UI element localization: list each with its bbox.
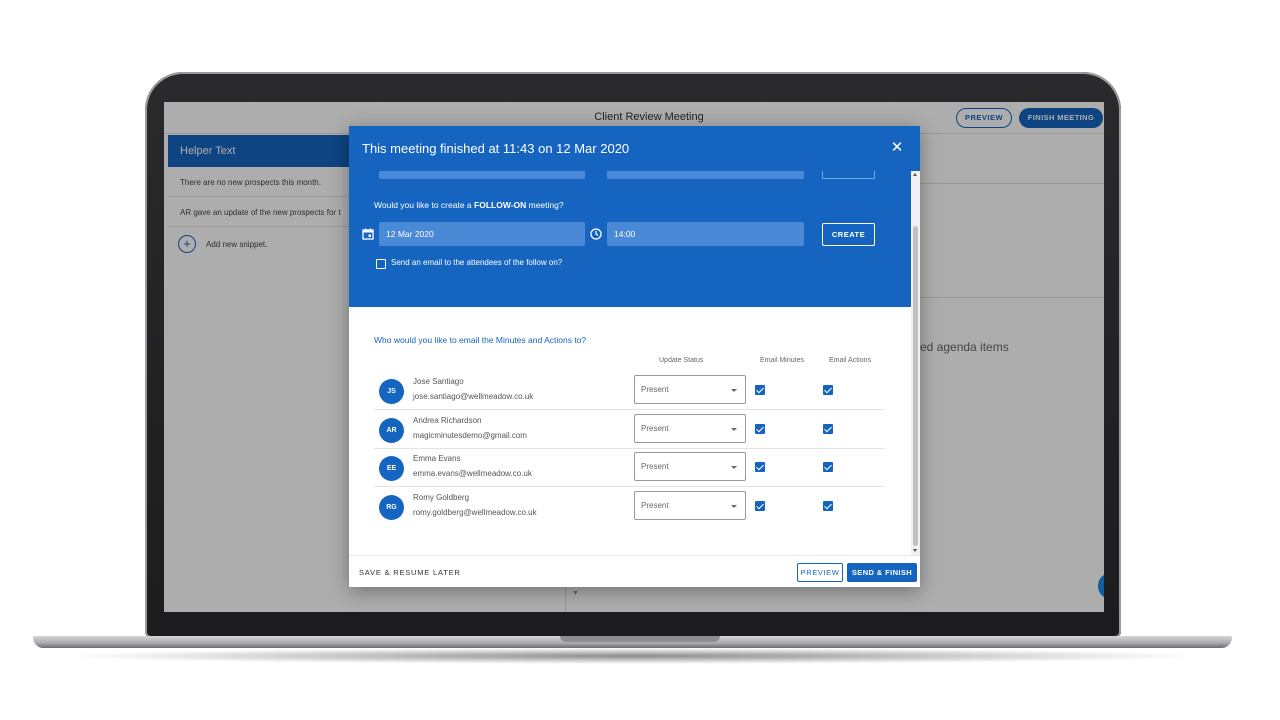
follow-on-section: Would you like to create a FOLLOW-ON mee… bbox=[349, 171, 911, 307]
column-header-status: Update Status bbox=[659, 357, 704, 364]
attendee-name: Andrea Richardson bbox=[413, 416, 482, 425]
attendee-email: magicminutesdemo@gmail.com bbox=[413, 431, 527, 440]
send-finish-button[interactable]: SEND & FINISH bbox=[847, 563, 917, 582]
scroll-up-arrow-icon[interactable] bbox=[913, 173, 917, 176]
scroll-down-arrow-icon[interactable] bbox=[913, 549, 917, 552]
email-question: Who would you like to email the Minutes … bbox=[374, 335, 587, 345]
create-follow-on-button[interactable]: CREATE bbox=[822, 223, 875, 246]
send-email-label: Send an email to the attendees of the fo… bbox=[391, 258, 563, 267]
attendee-row: RG Romy Goldberg romy.goldberg@wellmeado… bbox=[374, 488, 885, 526]
email-minutes-checkbox[interactable] bbox=[755, 462, 765, 472]
dialog-title: This meeting finished at 11:43 on 12 Mar… bbox=[362, 141, 630, 156]
status-select[interactable]: Present bbox=[634, 375, 746, 404]
email-actions-checkbox[interactable] bbox=[823, 462, 833, 472]
avatar: RG bbox=[379, 495, 404, 520]
follow-on-time-input[interactable]: 14:00 bbox=[607, 222, 804, 246]
email-minutes-checkbox[interactable] bbox=[755, 424, 765, 434]
attendee-row: JS Jose Santiago jose.santiago@wellmeado… bbox=[374, 372, 885, 410]
scrollbar-thumb[interactable] bbox=[913, 226, 918, 546]
partial-time-field bbox=[607, 171, 804, 179]
dialog-header: This meeting finished at 11:43 on 12 Mar… bbox=[349, 126, 920, 171]
email-actions-checkbox[interactable] bbox=[823, 424, 833, 434]
dropdown-arrow-icon bbox=[731, 428, 737, 431]
dropdown-arrow-icon bbox=[731, 505, 737, 508]
dropdown-arrow-icon bbox=[731, 466, 737, 469]
attendee-name: Romy Goldberg bbox=[413, 493, 470, 502]
status-select[interactable]: Present bbox=[634, 452, 746, 481]
meeting-finished-dialog: This meeting finished at 11:43 on 12 Mar… bbox=[349, 126, 920, 587]
attendee-email: romy.goldberg@wellmeadow.co.uk bbox=[413, 508, 537, 517]
send-email-checkbox[interactable] bbox=[376, 259, 386, 269]
partial-date-field bbox=[379, 171, 585, 179]
avatar: AR bbox=[379, 418, 404, 443]
follow-on-date-input[interactable]: 12 Mar 2020 bbox=[379, 222, 585, 246]
avatar: JS bbox=[379, 379, 404, 404]
calendar-icon bbox=[362, 228, 374, 240]
dialog-body: Would you like to create a FOLLOW-ON mee… bbox=[349, 171, 911, 555]
laptop-screen: Client Review Meeting PREVIEW FINISH MEE… bbox=[164, 102, 1104, 612]
status-select[interactable]: Present bbox=[634, 414, 746, 443]
laptop-shadow bbox=[60, 648, 1206, 664]
attendee-name: Jose Santiago bbox=[413, 377, 464, 386]
email-recipients-section: Who would you like to email the Minutes … bbox=[349, 307, 911, 555]
attendee-email: jose.santiago@wellmeadow.co.uk bbox=[413, 392, 534, 401]
avatar: EE bbox=[379, 456, 404, 481]
dropdown-arrow-icon bbox=[731, 389, 737, 392]
email-actions-checkbox[interactable] bbox=[823, 501, 833, 511]
column-header-email-actions: Email Actions bbox=[829, 357, 872, 364]
attendee-row: AR Andrea Richardson magicminutesdemo@gm… bbox=[374, 411, 885, 449]
dialog-preview-button[interactable]: PREVIEW bbox=[797, 563, 843, 582]
status-select[interactable]: Present bbox=[634, 491, 746, 520]
attendee-name: Emma Evans bbox=[413, 454, 461, 463]
attendee-email: emma.evans@wellmeadow.co.uk bbox=[413, 469, 532, 478]
email-actions-checkbox[interactable] bbox=[823, 385, 833, 395]
follow-on-question: Would you like to create a FOLLOW-ON mee… bbox=[374, 200, 564, 210]
dialog-footer: SAVE & RESUME LATER PREVIEW SEND & FINIS… bbox=[349, 555, 920, 587]
email-minutes-checkbox[interactable] bbox=[755, 385, 765, 395]
clock-icon bbox=[590, 228, 602, 240]
partial-button bbox=[822, 171, 875, 179]
dialog-scrollbar[interactable] bbox=[911, 171, 920, 555]
save-resume-later-button[interactable]: SAVE & RESUME LATER bbox=[359, 568, 461, 577]
close-icon[interactable]: ✕ bbox=[887, 138, 907, 158]
laptop-notch bbox=[560, 636, 720, 642]
column-header-email-minutes: Email Minutes bbox=[760, 357, 804, 364]
attendee-row: EE Emma Evans emma.evans@wellmeadow.co.u… bbox=[374, 449, 885, 487]
email-minutes-checkbox[interactable] bbox=[755, 501, 765, 511]
